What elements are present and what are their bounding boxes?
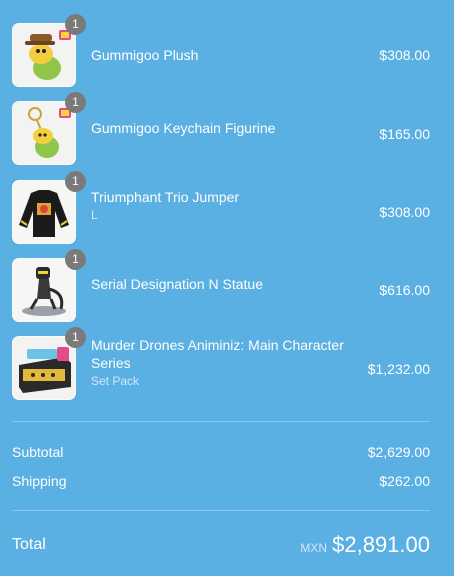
gummigoo-plush-icon: [12, 23, 76, 87]
item-title: Triumphant Trio Jumper: [91, 189, 240, 205]
divider: [12, 421, 430, 422]
total-amount: $2,891.00: [332, 532, 430, 557]
shipping-row: Shipping $262.00: [12, 471, 430, 491]
gummigoo-keychain-icon: [12, 101, 76, 165]
item-price: $1,232.00: [367, 361, 430, 377]
product-thumbnail: 1: [12, 327, 86, 400]
item-info: Gummigoo Keychain Figurine: [91, 119, 351, 137]
statue-icon: [12, 258, 76, 322]
item-price: $308.00: [379, 204, 430, 220]
item-info: Gummigoo Plush: [91, 46, 351, 64]
line-item: 1 Gummigoo Keychain Figurine $165.00: [12, 92, 430, 167]
line-item: 1 Murder Drones Animiniz: Main Character…: [12, 327, 430, 402]
quantity-badge: 1: [65, 92, 86, 113]
total-label: Total: [12, 536, 46, 553]
shipping-value: $262.00: [379, 473, 430, 489]
item-info: Serial Designation N Statue: [91, 275, 351, 293]
item-title: Gummigoo Keychain Figurine: [91, 120, 276, 136]
divider: [12, 510, 430, 511]
quantity-badge: 1: [65, 327, 86, 348]
item-price: $165.00: [379, 126, 430, 142]
quantity-badge: 1: [65, 14, 86, 35]
product-thumbnail: 1: [12, 92, 86, 165]
item-price: $308.00: [379, 47, 430, 63]
product-thumbnail: 1: [12, 249, 86, 322]
item-info: Murder Drones Animiniz: Main Character S…: [91, 336, 351, 389]
shipping-label: Shipping: [12, 473, 67, 489]
item-title: Serial Designation N Statue: [91, 276, 263, 292]
jumper-icon: [12, 180, 76, 244]
total-currency: MXN: [300, 541, 327, 555]
animiniz-box-icon: [12, 336, 76, 400]
quantity-badge: 1: [65, 249, 86, 270]
subtotal-value: $2,629.00: [367, 444, 430, 460]
subtotal-row: Subtotal $2,629.00: [12, 442, 430, 462]
product-thumbnail: 1: [12, 14, 86, 87]
item-info: Triumphant Trio Jumper L: [91, 188, 351, 223]
item-variant: Set Pack: [91, 374, 140, 388]
quantity-badge: 1: [65, 171, 86, 192]
item-price: $616.00: [379, 282, 430, 298]
subtotal-label: Subtotal: [12, 444, 64, 460]
item-variant: L: [91, 208, 98, 222]
line-item: 1 Serial Designation N Statue $616.00: [12, 249, 430, 324]
line-item: 1 Triumphant Trio Jumper L $308.00: [12, 171, 430, 246]
item-title: Murder Drones Animiniz: Main Character S…: [91, 337, 344, 371]
product-thumbnail: 1: [12, 171, 86, 244]
line-item: 1 Gummigoo Plush $308.00: [12, 14, 430, 89]
item-title: Gummigoo Plush: [91, 47, 199, 63]
